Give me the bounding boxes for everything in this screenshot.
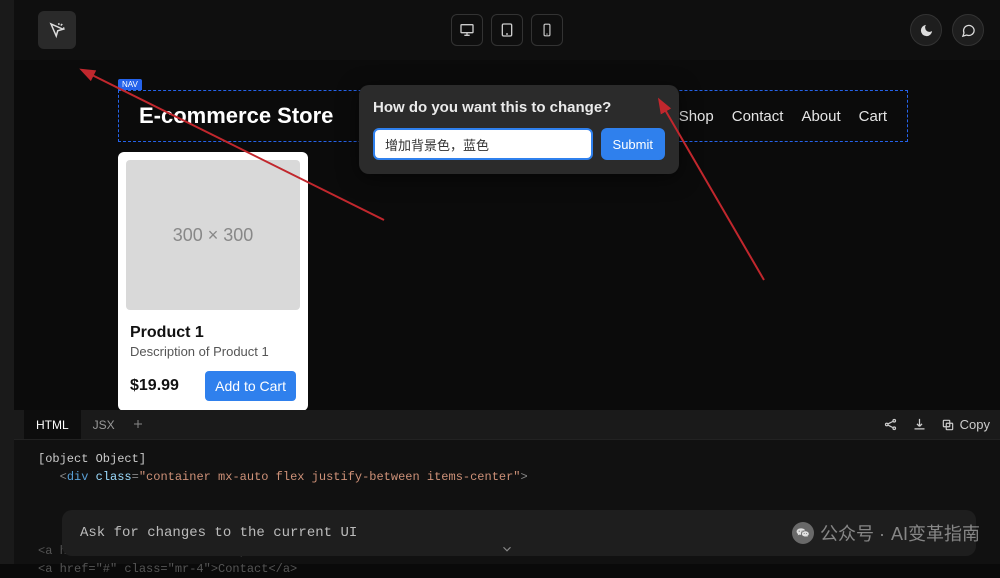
tab-html[interactable]: HTML [24, 410, 81, 439]
chat-input[interactable]: Ask for changes to the current UI [62, 510, 976, 556]
change-prompt-modal: How do you want this to change? Submit [359, 85, 679, 174]
code-line-2: <div class="container mx-auto flex justi… [38, 468, 976, 486]
top-toolbar [14, 0, 1000, 60]
device-preview-group [451, 14, 563, 46]
modal-input[interactable] [373, 128, 593, 160]
modal-title: How do you want this to change? [373, 99, 665, 116]
mobile-icon [540, 22, 554, 38]
add-to-cart-button[interactable]: Add to Cart [205, 371, 296, 401]
chat-button[interactable] [952, 14, 984, 46]
moon-icon [919, 23, 934, 38]
plus-icon [132, 418, 144, 430]
product-image-placeholder: 300 × 300 [126, 160, 300, 310]
share-icon[interactable] [883, 417, 898, 432]
product-price: $19.99 [130, 377, 179, 395]
add-tab-button[interactable] [127, 417, 149, 433]
copy-button[interactable]: Copy [941, 417, 990, 432]
copy-icon [941, 418, 955, 432]
select-element-button[interactable] [38, 11, 76, 49]
code-body: [object Object] <div class="container mx… [14, 440, 1000, 564]
tab-jsx[interactable]: JSX [81, 410, 127, 439]
nav-links: e Shop Contact About Cart [649, 108, 887, 125]
code-tabs: HTML JSX Copy [14, 410, 1000, 440]
tablet-view-button[interactable] [491, 14, 523, 46]
product-body: Product 1 Description of Product 1 $19.9… [118, 318, 308, 410]
preview-canvas: NAV E-commerce Store e Shop Contact Abou… [14, 60, 1000, 410]
code-line-4: <a href="#" class="mr-4">Contact</a> [38, 560, 976, 578]
left-rail [0, 0, 14, 564]
modal-submit-button[interactable]: Submit [601, 128, 665, 160]
code-actions: Copy [883, 417, 990, 432]
chat-icon [961, 23, 976, 38]
nav-link-about[interactable]: About [801, 108, 840, 125]
tablet-icon [499, 22, 515, 38]
desktop-view-button[interactable] [451, 14, 483, 46]
product-card: 300 × 300 Product 1 Description of Produ… [118, 152, 308, 410]
copy-label: Copy [960, 417, 990, 432]
code-line-1: [object Object] [38, 450, 976, 468]
nav-link-contact[interactable]: Contact [732, 108, 784, 125]
product-title: Product 1 [130, 324, 296, 342]
theme-toggle-button[interactable] [910, 14, 942, 46]
mobile-view-button[interactable] [531, 14, 563, 46]
top-right-actions [910, 14, 984, 46]
download-icon[interactable] [912, 417, 927, 432]
element-tag-badge: NAV [118, 79, 142, 90]
cursor-click-icon [48, 21, 66, 39]
brand-title: E-commerce Store [139, 103, 333, 129]
nav-link-cart[interactable]: Cart [859, 108, 887, 125]
chevron-down-icon [500, 542, 514, 556]
chat-placeholder: Ask for changes to the current UI [80, 525, 357, 541]
code-panel: HTML JSX Copy [object Object] <div class… [14, 410, 1000, 564]
expand-chevron[interactable] [500, 542, 514, 560]
desktop-icon [459, 22, 475, 38]
nav-link-shop[interactable]: Shop [679, 108, 714, 125]
product-description: Description of Product 1 [130, 344, 296, 359]
